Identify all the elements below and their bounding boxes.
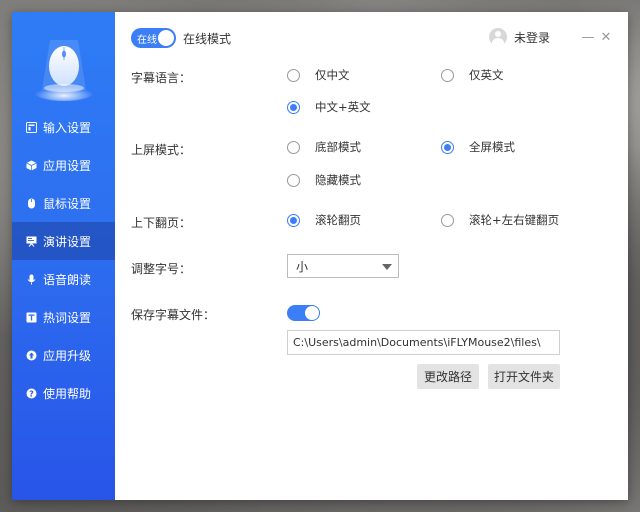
sidebar-item-label: 应用设置 <box>43 158 92 173</box>
screen-mode-label: 上屏模式： <box>131 143 192 157</box>
switch-knob <box>305 306 319 320</box>
sidebar-item-app[interactable]: 应用设置 <box>12 146 115 184</box>
change-path-button[interactable]: 更改路径 <box>417 364 479 389</box>
radio-wheel-and-keys-page[interactable]: 滚轮+左右键翻页 <box>441 212 559 228</box>
radio-bottom-mode[interactable]: 底部模式 <box>287 139 361 155</box>
radio-icon <box>287 68 300 82</box>
mode-badge-text: 在线 <box>137 34 157 46</box>
radio-icon <box>287 213 300 227</box>
sidebar-item-help[interactable]: ? 使用帮助 <box>12 374 115 412</box>
save-path-field[interactable]: C:\Users\admin\Documents\iFLYMouse2\file… <box>287 330 560 355</box>
radio-icon <box>441 140 454 154</box>
radio-icon <box>287 100 300 114</box>
chevron-down-icon <box>382 264 392 270</box>
settings-panel: 在线 在线模式 未登录 — ✕ 字幕语言： 仅中文 仅英文 中文+英文 上屏模式… <box>115 12 628 500</box>
radio-icon <box>441 68 454 82</box>
app-logo-icon <box>34 40 94 101</box>
radio-label: 隐藏模式 <box>315 173 361 187</box>
sidebar-item-label: 演讲设置 <box>43 234 92 249</box>
sidebar-item-hotwords[interactable]: 热词设置 <box>12 298 115 336</box>
help-icon: ? <box>26 388 37 399</box>
minimize-button[interactable]: — <box>581 30 595 45</box>
sidebar-item-upgrade[interactable]: 应用升级 <box>12 336 115 374</box>
radio-label: 底部模式 <box>315 140 361 154</box>
sidebar-item-mouse[interactable]: 鼠标设置 <box>12 184 115 222</box>
app-icon <box>26 160 37 171</box>
sidebar-item-label: 输入设置 <box>43 120 92 135</box>
radio-icon <box>287 140 300 154</box>
subtitle-language-label: 字幕语言： <box>131 71 192 85</box>
radio-label: 全屏模式 <box>469 140 515 154</box>
svg-text:?: ? <box>29 389 34 398</box>
radio-fullscreen-mode[interactable]: 全屏模式 <box>441 139 515 155</box>
radio-english-only[interactable]: 仅英文 <box>441 67 504 83</box>
radio-label: 中文+英文 <box>315 100 371 114</box>
save-file-label: 保存字幕文件： <box>131 308 216 322</box>
toggle-knob <box>158 30 174 46</box>
mouse-icon <box>26 198 37 209</box>
mode-label: 在线模式 <box>183 32 232 46</box>
hotword-icon <box>26 312 37 323</box>
radio-chinese-only[interactable]: 仅中文 <box>287 67 350 83</box>
upgrade-icon <box>26 350 37 361</box>
font-size-label: 调整字号： <box>131 262 192 276</box>
online-mode-toggle[interactable]: 在线 <box>131 28 176 48</box>
radio-label: 滚轮+左右键翻页 <box>469 213 560 227</box>
close-button[interactable]: ✕ <box>599 30 613 45</box>
radio-chinese-english[interactable]: 中文+英文 <box>287 99 371 115</box>
font-size-value: 小 <box>296 259 309 274</box>
login-status[interactable]: 未登录 <box>489 28 550 46</box>
sidebar-item-presentation[interactable]: 演讲设置 <box>12 222 115 260</box>
sidebar-item-label: 鼠标设置 <box>43 196 92 211</box>
sidebar-item-label: 语音朗读 <box>43 272 92 287</box>
radio-icon <box>441 213 454 227</box>
radio-hidden-mode[interactable]: 隐藏模式 <box>287 172 361 188</box>
title-bar: 在线 在线模式 未登录 — ✕ <box>115 12 628 52</box>
microphone-icon <box>26 274 37 285</box>
presentation-icon <box>26 236 37 247</box>
radio-label: 滚轮翻页 <box>315 213 361 227</box>
sidebar-item-label: 使用帮助 <box>43 386 92 401</box>
page-turn-label: 上下翻页： <box>131 216 192 230</box>
keyboard-icon <box>26 121 37 133</box>
sidebar-item-input[interactable]: 输入设置 <box>12 108 115 146</box>
radio-wheel-page[interactable]: 滚轮翻页 <box>287 212 361 228</box>
save-file-switch[interactable] <box>287 305 320 321</box>
sidebar-item-label: 热词设置 <box>43 310 92 325</box>
font-size-select[interactable]: 小 <box>287 254 399 278</box>
sidebar-item-voice-reading[interactable]: 语音朗读 <box>12 260 115 298</box>
radio-label: 仅英文 <box>469 68 504 82</box>
sidebar: 输入设置 应用设置 鼠标设置 演讲设置 语音朗读 热词设置 应用升级 ? 使用帮… <box>12 12 115 500</box>
sidebar-item-label: 应用升级 <box>43 348 92 363</box>
avatar-icon <box>489 28 507 46</box>
radio-label: 仅中文 <box>315 68 350 82</box>
settings-window: 输入设置 应用设置 鼠标设置 演讲设置 语音朗读 热词设置 应用升级 ? 使用帮… <box>12 12 628 500</box>
open-folder-button[interactable]: 打开文件夹 <box>488 364 560 389</box>
user-label: 未登录 <box>514 30 551 45</box>
radio-icon <box>287 173 300 187</box>
